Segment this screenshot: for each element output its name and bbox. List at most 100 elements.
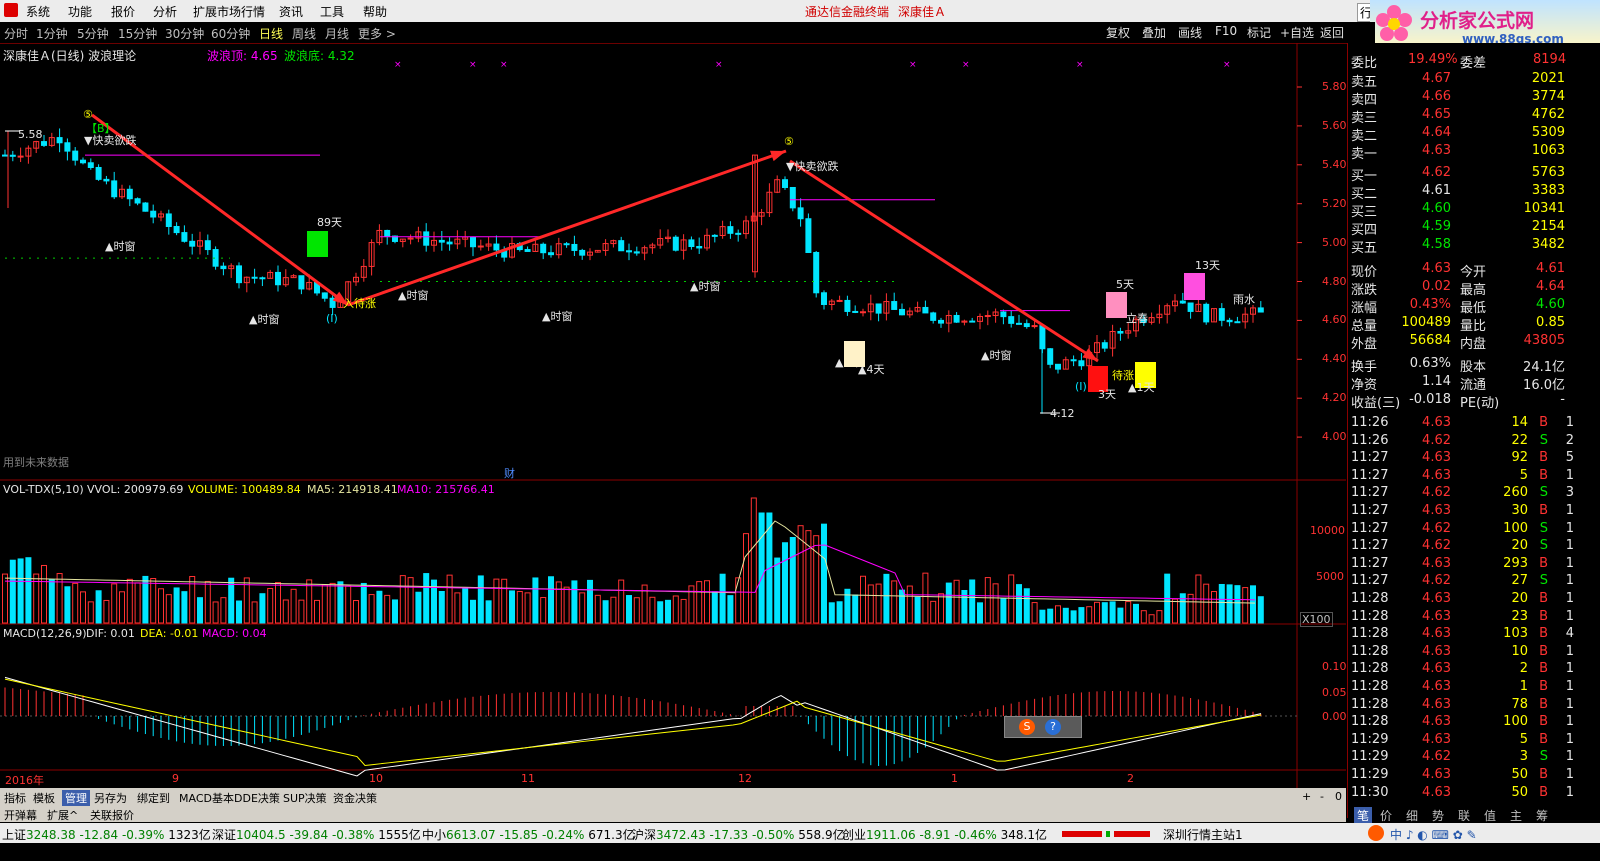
index-quote[interactable]: 创业1911.06 -8.91 -0.46% 348.1亿 xyxy=(842,826,1047,843)
stat-row[interactable]: 总量 100489 量比 0.85 xyxy=(1348,315,1568,334)
tab-indicator[interactable]: 指标 xyxy=(4,790,26,806)
stat-row[interactable]: 涨跌 0.02 最高 4.64 xyxy=(1348,279,1568,298)
period-tab-60min[interactable]: 60分钟 xyxy=(211,25,250,42)
ime-icon[interactable] xyxy=(1368,825,1384,841)
tab-template[interactable]: 模板 xyxy=(33,790,55,806)
help-icon[interactable]: ? xyxy=(1045,719,1061,735)
tab-manage[interactable]: 管理 xyxy=(62,790,90,806)
menu-news[interactable]: 资讯 xyxy=(279,3,303,20)
floating-toolbar[interactable]: S ? xyxy=(1004,716,1082,738)
tab-macd-basic[interactable]: MACD基本 xyxy=(179,790,234,806)
sogou-icon[interactable]: S xyxy=(1019,719,1035,735)
period-tab-daily[interactable]: 日线 xyxy=(259,25,283,42)
tick-row[interactable]: 11:28 4.63 2 B 1 xyxy=(1348,661,1574,679)
panel-tab[interactable]: 主 xyxy=(1510,807,1522,824)
index-quote[interactable]: 中小6613.07 -15.85 -0.24% 671.3亿 xyxy=(422,826,635,843)
kline-chart-canvas[interactable]: × × × × × × × × xyxy=(0,43,1346,793)
tick-row[interactable]: 11:26 4.62 22 S 2 xyxy=(1348,433,1574,451)
period-tab-weekly[interactable]: 周线 xyxy=(292,25,316,42)
panel-tab[interactable]: 价 xyxy=(1380,807,1392,824)
tick-row[interactable]: 11:27 4.63 5 B 1 xyxy=(1348,468,1574,486)
tick-row[interactable]: 11:27 4.63 30 B 1 xyxy=(1348,503,1574,521)
stat-row[interactable]: 收益(三) -0.018 PE(动) - xyxy=(1348,392,1568,411)
menu-system[interactable]: 系统 xyxy=(26,3,50,20)
ask-row[interactable]: 卖二 4.64 5309 xyxy=(1348,125,1568,144)
tab-related-quote[interactable]: 关联报价 xyxy=(90,807,134,823)
menu-extended-market[interactable]: 扩展市场行情 xyxy=(193,3,265,20)
restore-rights-button[interactable]: 复权 xyxy=(1106,24,1130,40)
tab-expand[interactable]: 扩展^ xyxy=(47,807,78,823)
tick-row[interactable]: 11:28 4.63 78 B 1 xyxy=(1348,697,1574,715)
menu-help[interactable]: 帮助 xyxy=(363,3,387,20)
tick-row[interactable]: 11:27 4.62 27 S 1 xyxy=(1348,573,1574,591)
zoom-out-button[interactable]: - xyxy=(1320,790,1324,803)
tab-fund-decision[interactable]: 资金决策 xyxy=(333,790,377,806)
tick-row[interactable]: 11:29 4.63 5 B 1 xyxy=(1348,732,1574,750)
menu-analysis[interactable]: 分析 xyxy=(153,3,177,20)
stat-row[interactable]: 净资 1.14 流通 16.0亿 xyxy=(1348,374,1568,393)
tick-row[interactable]: 11:29 4.63 50 B 1 xyxy=(1348,767,1574,785)
tick-row[interactable]: 11:28 4.63 23 B 1 xyxy=(1348,609,1574,627)
bid-row[interactable]: 买二 4.61 3383 xyxy=(1348,183,1568,202)
tick-row[interactable]: 11:28 4.63 20 B 1 xyxy=(1348,591,1574,609)
menu-function[interactable]: 功能 xyxy=(68,3,92,20)
index-quote[interactable]: 深证10404.5 -39.84 -0.38% 1555亿 xyxy=(212,826,421,843)
ask-row[interactable]: 卖三 4.65 4762 xyxy=(1348,107,1568,126)
back-button[interactable]: 返回 xyxy=(1320,24,1344,40)
tick-row[interactable]: 11:29 4.62 3 S 1 xyxy=(1348,749,1574,767)
tab-sup-decision[interactable]: SUP决策 xyxy=(283,790,327,806)
tick-row[interactable]: 11:28 4.63 100 B 1 xyxy=(1348,714,1574,732)
ime-tray-icons[interactable]: 中 ♪ ◐ ⌨ ✿ ✎ xyxy=(1390,826,1477,843)
ask-row[interactable]: 卖一 4.63 1063 xyxy=(1348,143,1568,162)
tick-row[interactable]: 11:28 4.63 1 B 1 xyxy=(1348,679,1574,697)
ask-row[interactable]: 卖四 4.66 3774 xyxy=(1348,89,1568,108)
tick-row[interactable]: 11:28 4.63 10 B 1 xyxy=(1348,644,1574,662)
bid-row[interactable]: 买五 4.58 3482 xyxy=(1348,237,1568,256)
panel-tab[interactable]: 笔 xyxy=(1354,807,1373,824)
tick-row[interactable]: 11:27 4.62 20 S 1 xyxy=(1348,538,1574,556)
overlay-button[interactable]: 叠加 xyxy=(1142,24,1166,40)
period-tab-15min[interactable]: 15分钟 xyxy=(118,25,157,42)
period-tab-timeshare[interactable]: 分时 xyxy=(4,25,28,42)
tab-dde-decision[interactable]: DDE决策 xyxy=(234,790,280,806)
mark-button[interactable]: 标记 xyxy=(1247,24,1271,40)
panel-tab[interactable]: 势 xyxy=(1432,807,1444,824)
draw-line-button[interactable]: 画线 xyxy=(1178,24,1202,40)
stat-row[interactable]: 换手 0.63% 股本 24.1亿 xyxy=(1348,356,1568,375)
panel-tab[interactable]: 联 xyxy=(1458,807,1470,824)
tick-row[interactable]: 11:27 4.63 293 B 1 xyxy=(1348,556,1574,574)
finance-marker[interactable]: 财 xyxy=(504,465,515,481)
tick-row[interactable]: 11:30 4.63 50 B 1 xyxy=(1348,785,1574,803)
bid-row[interactable]: 买四 4.59 2154 xyxy=(1348,219,1568,238)
period-tab-30min[interactable]: 30分钟 xyxy=(165,25,204,42)
menu-quote[interactable]: 报价 xyxy=(111,3,135,20)
index-quote[interactable]: 沪深3472.43 -17.33 -0.50% 558.9亿 xyxy=(632,826,845,843)
tab-save-as[interactable]: 另存为 xyxy=(94,790,127,806)
bid-row[interactable]: 买一 4.62 5763 xyxy=(1348,165,1568,184)
tick-row[interactable]: 11:26 4.63 14 B 1 xyxy=(1348,415,1574,433)
server-name[interactable]: 深圳行情主站1 xyxy=(1163,826,1243,843)
period-tab-more[interactable]: 更多 > xyxy=(358,25,396,42)
zoom-reset-button[interactable]: 0 xyxy=(1335,790,1342,803)
menu-tools[interactable]: 工具 xyxy=(320,3,344,20)
panel-tab[interactable]: 细 xyxy=(1406,807,1418,824)
period-tab-1min[interactable]: 1分钟 xyxy=(36,25,68,42)
panel-tab[interactable]: 筹 xyxy=(1536,807,1548,824)
index-quote[interactable]: 上证3248.38 -12.84 -0.39% 1323亿 xyxy=(2,826,211,843)
period-tab-monthly[interactable]: 月线 xyxy=(325,25,349,42)
stat-row[interactable]: 现价 4.63 今开 4.61 xyxy=(1348,261,1568,280)
tick-row[interactable]: 11:27 4.62 100 S 1 xyxy=(1348,521,1574,539)
tab-bind-to[interactable]: 绑定到 xyxy=(137,790,170,806)
f10-button[interactable]: F10 xyxy=(1215,24,1237,40)
ask-row[interactable]: 卖五 4.67 2021 xyxy=(1348,71,1568,90)
stat-row[interactable]: 涨幅 0.43% 最低 4.60 xyxy=(1348,297,1568,316)
chart-area[interactable]: × × × × × × × × xyxy=(0,43,1346,793)
tick-row[interactable]: 11:27 4.63 92 B 5 xyxy=(1348,450,1574,468)
add-watchlist-button[interactable]: +自选 xyxy=(1280,24,1314,40)
bid-row[interactable]: 买三 4.60 10341 xyxy=(1348,201,1568,220)
tick-row[interactable]: 11:27 4.62 260 S 3 xyxy=(1348,485,1574,503)
period-tab-5min[interactable]: 5分钟 xyxy=(77,25,109,42)
tick-row[interactable]: 11:28 4.63 103 B 4 xyxy=(1348,626,1574,644)
panel-tab[interactable]: 值 xyxy=(1484,807,1496,824)
tab-danmaku[interactable]: 开弹幕 xyxy=(4,807,37,823)
